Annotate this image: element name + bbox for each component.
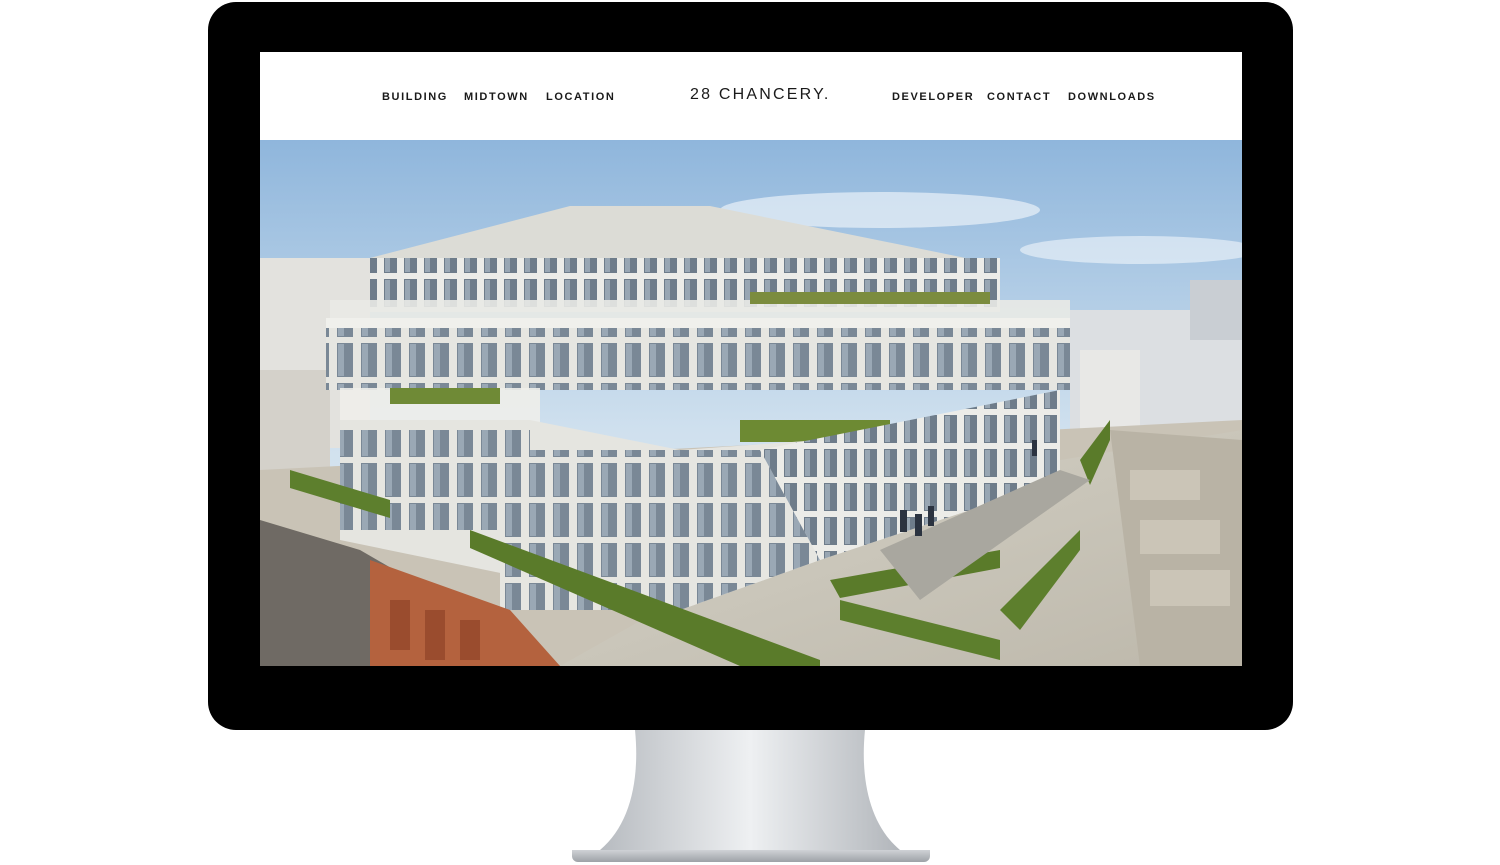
nav-contact[interactable]: CONTACT [987,91,1051,103]
nav-downloads[interactable]: DOWNLOADS [1068,91,1156,103]
nav-midtown[interactable]: MIDTOWN [464,91,529,103]
monitor-stand [600,730,900,850]
nav-developer[interactable]: DEVELOPER [892,91,974,103]
monitor-bezel: BUILDING MIDTOWN LOCATION 28 CHANCERY. D… [208,2,1293,730]
hero-image [260,140,1242,666]
nav-location[interactable]: LOCATION [546,91,615,103]
site-logo[interactable]: 28 CHANCERY. [690,86,831,104]
monitor-stand-base [572,850,930,862]
nav-building[interactable]: BUILDING [382,91,448,103]
website-screen: BUILDING MIDTOWN LOCATION 28 CHANCERY. D… [260,52,1242,666]
site-header: BUILDING MIDTOWN LOCATION 28 CHANCERY. D… [260,52,1242,140]
